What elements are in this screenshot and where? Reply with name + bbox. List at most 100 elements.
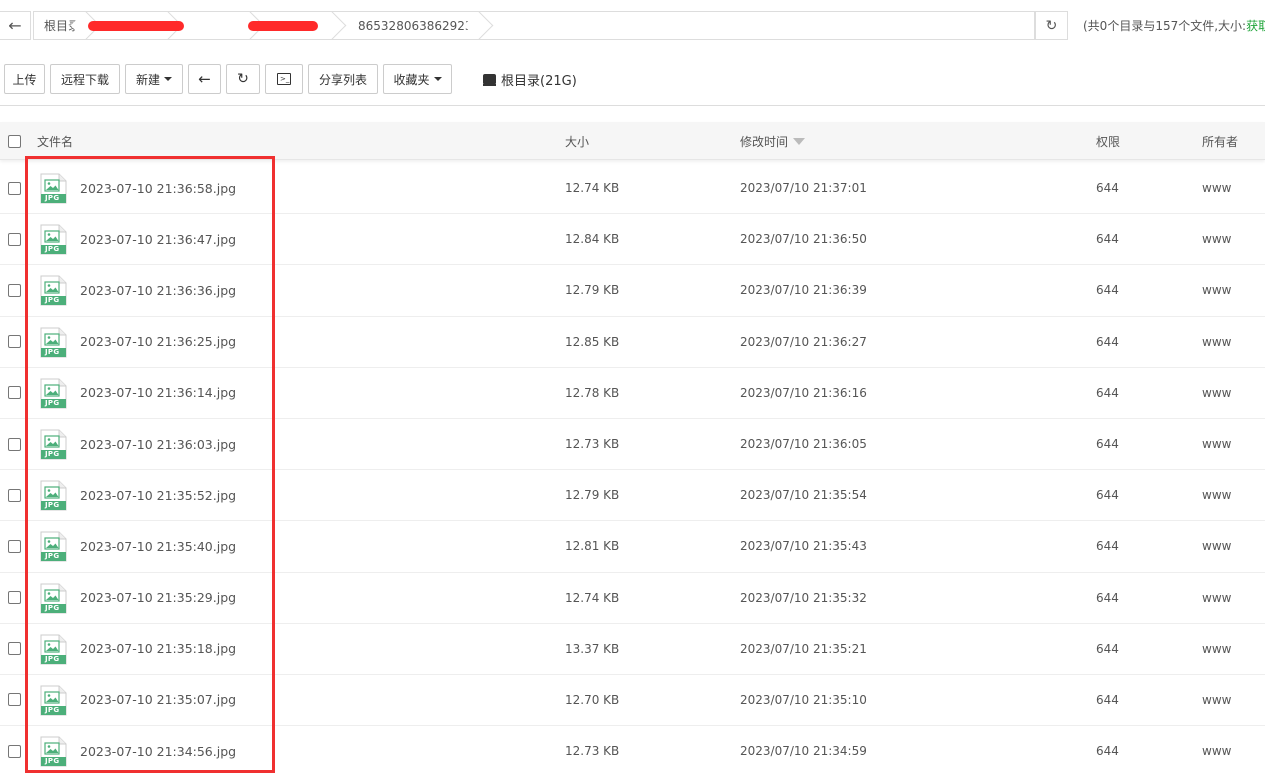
file-owner[interactable]: www — [1202, 573, 1231, 623]
jpg-icon-label: JPG — [45, 296, 60, 305]
file-owner[interactable]: www — [1202, 214, 1231, 264]
file-owner[interactable]: www — [1202, 265, 1231, 315]
arrow-left-icon: ← — [8, 16, 22, 35]
file-modified: 2023/07/10 21:36:05 — [740, 437, 867, 452]
file-permission[interactable]: 644 — [1096, 419, 1119, 469]
favorites-dropdown-button[interactable]: 收藏夹 — [383, 64, 452, 94]
table-row[interactable]: JPG 2023-07-10 21:35:29.jpg 12.74 KB 202… — [0, 573, 1265, 624]
table-row[interactable]: JPG 2023-07-10 21:36:25.jpg 12.85 KB 202… — [0, 317, 1265, 368]
file-permission[interactable]: 644 — [1096, 368, 1119, 418]
file-name[interactable]: 2023-07-10 21:36:36.jpg — [80, 265, 236, 315]
file-owner[interactable]: www — [1202, 470, 1231, 520]
column-header-modified[interactable]: 修改时间 — [740, 122, 806, 160]
select-all-checkbox[interactable] — [8, 122, 21, 160]
file-name[interactable]: 2023-07-10 21:35:29.jpg — [80, 573, 236, 623]
row-checkbox[interactable] — [8, 726, 21, 774]
file-owner[interactable]: www — [1202, 317, 1231, 367]
file-owner[interactable]: www — [1202, 521, 1231, 571]
file-size: 12.73 KB — [565, 744, 620, 759]
file-table-header: 文件名 大小 修改时间 权限 所有者 — [0, 122, 1265, 160]
file-name[interactable]: 2023-07-10 21:34:56.jpg — [80, 726, 236, 774]
file-name[interactable]: 2023-07-10 21:36:25.jpg — [80, 317, 236, 367]
row-checkbox[interactable] — [8, 573, 21, 623]
table-row[interactable]: JPG 2023-07-10 21:35:40.jpg 12.81 KB 202… — [0, 521, 1265, 573]
breadcrumb-item-root[interactable]: 根目录 — [34, 12, 94, 39]
get-size-link[interactable]: 获取 — [1246, 17, 1265, 34]
row-checkbox[interactable] — [8, 470, 21, 520]
file-name[interactable]: 2023-07-10 21:36:14.jpg — [80, 368, 236, 418]
file-owner[interactable]: www — [1202, 368, 1231, 418]
breadcrumb-item-redacted-1[interactable] — [88, 12, 185, 39]
redaction-mark — [88, 21, 185, 31]
new-dropdown-button[interactable]: 新建 — [125, 64, 183, 94]
row-checkbox[interactable] — [8, 163, 21, 213]
row-checkbox[interactable] — [8, 368, 21, 418]
terminal-button[interactable]: >_ — [265, 64, 303, 94]
column-header-size[interactable]: 大小 — [565, 122, 589, 160]
table-row[interactable]: JPG 2023-07-10 21:34:56.jpg 12.73 KB 202… — [0, 726, 1265, 774]
row-checkbox[interactable] — [8, 675, 21, 725]
upload-button[interactable]: 上传 — [4, 64, 45, 94]
sort-desc-icon — [793, 137, 806, 145]
file-permission[interactable]: 644 — [1096, 624, 1119, 674]
toolbar-refresh-button[interactable]: ↻ — [226, 64, 260, 94]
jpg-icon-label: JPG — [45, 449, 60, 458]
file-permission[interactable]: 644 — [1096, 163, 1119, 213]
remote-download-button[interactable]: 远程下载 — [50, 64, 120, 94]
row-checkbox[interactable] — [8, 265, 21, 315]
file-permission[interactable]: 644 — [1096, 573, 1119, 623]
toolbar-back-button[interactable]: ← — [188, 64, 221, 94]
file-size: 12.70 KB — [565, 692, 620, 707]
row-checkbox[interactable] — [8, 624, 21, 674]
table-row[interactable]: JPG 2023-07-10 21:36:36.jpg 12.79 KB 202… — [0, 265, 1265, 317]
file-permission[interactable]: 644 — [1096, 726, 1119, 774]
file-modified: 2023/07/10 21:36:50 — [740, 232, 867, 247]
file-name[interactable]: 2023-07-10 21:36:58.jpg — [80, 163, 236, 213]
file-permission[interactable]: 644 — [1096, 470, 1119, 520]
file-name[interactable]: 2023-07-10 21:36:47.jpg — [80, 214, 236, 264]
column-header-owner[interactable]: 所有者 — [1202, 122, 1238, 160]
file-name[interactable]: 2023-07-10 21:36:03.jpg — [80, 419, 236, 469]
table-row[interactable]: JPG 2023-07-10 21:35:18.jpg 13.37 KB 202… — [0, 624, 1265, 675]
breadcrumb: 根目录 865328063862923 — [33, 11, 1035, 40]
file-name[interactable]: 2023-07-10 21:35:52.jpg — [80, 470, 236, 520]
path-back-button[interactable]: ← — [0, 11, 31, 40]
breadcrumb-item-redacted-2[interactable] — [176, 12, 258, 39]
share-list-button[interactable]: 分享列表 — [308, 64, 378, 94]
jpg-icon-label: JPG — [45, 347, 60, 356]
table-row[interactable]: JPG 2023-07-10 21:36:47.jpg 12.84 KB 202… — [0, 214, 1265, 266]
file-owner[interactable]: www — [1202, 675, 1231, 725]
file-modified: 2023/07/10 21:36:39 — [740, 283, 867, 298]
column-header-permission[interactable]: 权限 — [1096, 122, 1120, 160]
row-checkbox[interactable] — [8, 521, 21, 571]
file-name[interactable]: 2023-07-10 21:35:18.jpg — [80, 624, 236, 674]
disk-selector[interactable]: 根目录(21G) — [483, 64, 577, 94]
jpg-icon-label: JPG — [45, 705, 60, 714]
table-row[interactable]: JPG 2023-07-10 21:36:14.jpg 12.78 KB 202… — [0, 368, 1265, 419]
file-permission[interactable]: 644 — [1096, 317, 1119, 367]
file-owner[interactable]: www — [1202, 726, 1231, 774]
file-size: 12.78 KB — [565, 385, 620, 400]
file-name[interactable]: 2023-07-10 21:35:07.jpg — [80, 675, 236, 725]
table-row[interactable]: JPG 2023-07-10 21:36:58.jpg 12.74 KB 202… — [0, 163, 1265, 215]
breadcrumb-item-redacted-3[interactable] — [248, 12, 340, 39]
file-permission[interactable]: 644 — [1096, 675, 1119, 725]
file-owner[interactable]: www — [1202, 419, 1231, 469]
row-checkbox[interactable] — [8, 214, 21, 264]
table-row[interactable]: JPG 2023-07-10 21:35:07.jpg 12.70 KB 202… — [0, 675, 1265, 727]
jpg-icon-label: JPG — [45, 757, 60, 766]
file-permission[interactable]: 644 — [1096, 521, 1119, 571]
row-checkbox[interactable] — [8, 317, 21, 367]
file-permission[interactable]: 644 — [1096, 214, 1119, 264]
table-row[interactable]: JPG 2023-07-10 21:36:03.jpg 12.73 KB 202… — [0, 419, 1265, 471]
file-permission[interactable]: 644 — [1096, 265, 1119, 315]
file-owner[interactable]: www — [1202, 163, 1231, 213]
path-refresh-button[interactable]: ↻ — [1035, 11, 1068, 40]
breadcrumb-item-current[interactable]: 865328063862923 — [340, 12, 487, 39]
file-owner[interactable]: www — [1202, 624, 1231, 674]
file-size: 12.73 KB — [565, 437, 620, 452]
table-row[interactable]: JPG 2023-07-10 21:35:52.jpg 12.79 KB 202… — [0, 470, 1265, 522]
row-checkbox[interactable] — [8, 419, 21, 469]
column-header-name[interactable]: 文件名 — [37, 122, 73, 160]
file-name[interactable]: 2023-07-10 21:35:40.jpg — [80, 521, 236, 571]
